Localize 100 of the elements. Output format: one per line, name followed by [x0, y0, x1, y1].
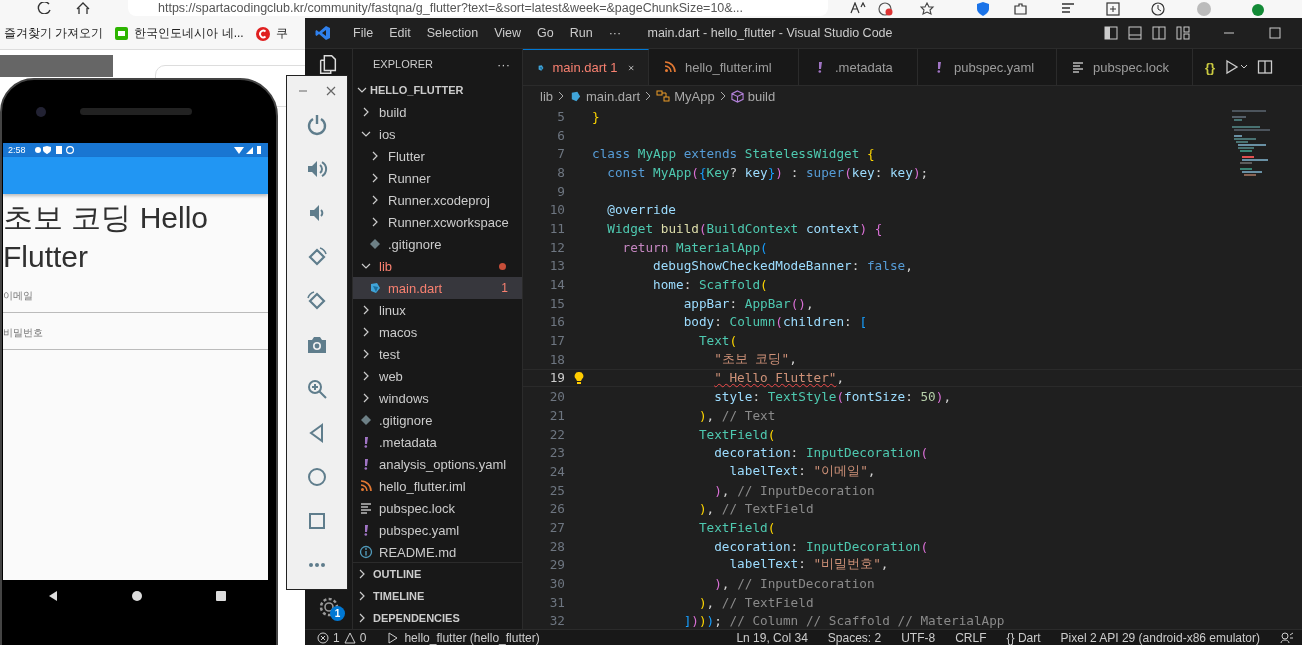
tree-item[interactable]: Runner.xcworkspace [353, 211, 522, 233]
maximize-icon[interactable] [1268, 26, 1282, 40]
history-icon[interactable] [1150, 2, 1166, 16]
line-number: 25 [548, 482, 565, 498]
bookmark[interactable]: 쿠 [255, 25, 288, 42]
rotate-left-icon[interactable] [306, 246, 328, 268]
menu-item[interactable]: Run [561, 26, 601, 40]
power-icon[interactable] [306, 114, 328, 136]
split-layout-icon[interactable] [1152, 26, 1166, 40]
settings-icon[interactable] [317, 595, 341, 619]
tree-item[interactable]: analysis_options.yaml [353, 453, 522, 475]
breadcrumb-item[interactable]: main.dart [569, 88, 641, 104]
editor-tab[interactable]: pubspec.yaml [918, 49, 1057, 85]
tree-item[interactable]: linux [353, 299, 522, 321]
status-item[interactable]: {} Dart [1006, 630, 1041, 645]
panel-toggle-icon[interactable] [1128, 26, 1142, 40]
layout-grid-icon[interactable] [1176, 26, 1190, 40]
tree-item[interactable]: Runner.xcodeproj [353, 189, 522, 211]
lightbulb-icon[interactable] [573, 370, 584, 385]
more-actions-button[interactable]: ··· [497, 56, 510, 72]
run-debug-icon[interactable] [1223, 59, 1250, 75]
menu-item[interactable]: File [345, 26, 382, 40]
back-icon[interactable] [47, 590, 59, 602]
line-number: 15 [548, 295, 565, 311]
shield-icon[interactable] [976, 2, 990, 16]
volume-up-icon[interactable] [306, 158, 328, 180]
status-item[interactable]: Ln 19, Col 34 [736, 630, 808, 645]
debug-target[interactable]: hello_flutter (hello_flutter) [386, 630, 540, 645]
line-number: 5 [556, 108, 565, 124]
star-plus-icon[interactable] [920, 2, 936, 16]
breadcrumb-item[interactable]: build [730, 88, 776, 104]
menu-item[interactable]: ··· [600, 26, 630, 40]
extensions-icon[interactable] [1013, 2, 1029, 16]
status-item[interactable]: CRLF [955, 630, 987, 645]
text-field[interactable]: 비밀번호 [3, 313, 268, 350]
section-header[interactable]: DEPENDENCIES [353, 607, 522, 629]
line-number: 30 [548, 576, 565, 592]
tree-item[interactable]: .gitignore [353, 409, 522, 431]
format-button[interactable]: {} [1205, 59, 1216, 75]
tree-item[interactable]: .metadata [353, 431, 522, 453]
menu-item[interactable]: Go [529, 26, 562, 40]
bookmark[interactable]: 즐겨찾기 가져오기 [4, 25, 104, 42]
status-item[interactable]: Pixel 2 API 29 (android-x86 emulator) [1060, 630, 1260, 645]
code-line: labelText: "비밀번호", [729, 556, 889, 574]
read-aloud-icon[interactable] [850, 2, 868, 14]
feedback-icon[interactable] [1280, 631, 1294, 644]
home-icon[interactable] [131, 590, 143, 602]
tree-item[interactable]: web [353, 365, 522, 387]
rotate-right-icon[interactable] [306, 290, 328, 312]
menu-item[interactable]: View [486, 26, 529, 40]
camera-icon[interactable] [306, 334, 328, 356]
tree-item[interactable]: main.dart 1 [353, 277, 522, 299]
tree-item[interactable]: macos [353, 321, 522, 343]
code-line: debugShowCheckedModeBanner: false, [653, 258, 913, 274]
tracker-icon[interactable] [877, 2, 893, 16]
tree-item[interactable]: windows [353, 387, 522, 409]
tree-item[interactable]: .gitignore [353, 233, 522, 255]
zoom-icon[interactable] [306, 378, 328, 400]
tree-item[interactable]: lib [353, 255, 522, 277]
overview-icon[interactable] [215, 590, 227, 602]
status-item[interactable]: Spaces: 2 [827, 630, 882, 645]
line-number: 14 [548, 277, 565, 293]
bookmark[interactable]: 한국인도네시아 네... [115, 25, 244, 42]
update-icon[interactable] [1250, 2, 1266, 18]
tree-item[interactable]: hello_flutter.iml [353, 475, 522, 497]
tree-item[interactable]: README.md [353, 541, 522, 562]
editor-tab[interactable]: hello_flutter.iml [649, 49, 799, 85]
tree-item[interactable]: Flutter [353, 145, 522, 167]
code-line: } [592, 108, 600, 124]
workspace-header[interactable]: HELLO_FLUTTER [353, 79, 522, 101]
files-icon[interactable] [317, 53, 339, 75]
section-header[interactable]: TIMELINE [353, 585, 522, 607]
chevron-icon [357, 591, 367, 601]
address-bar[interactable]: https://spartacodingclub.kr/community/fastqna/g_flutter?text=&sort=latest&week=&pageChunkSize=10&... [128, 0, 828, 16]
editor-tab[interactable]: pubspec.lock [1057, 49, 1193, 85]
text-field[interactable]: 이메일 [3, 276, 268, 313]
line-number: 12 [548, 239, 565, 255]
tree-item[interactable]: build [353, 101, 522, 123]
status-item[interactable]: UTF-8 [901, 630, 936, 645]
problems-indicator[interactable]: 1 0 [317, 630, 367, 645]
collections-icon[interactable] [1105, 2, 1121, 16]
refresh-icon[interactable] [36, 2, 52, 14]
split-editor-icon[interactable] [1257, 59, 1274, 75]
tree-item[interactable]: test [353, 343, 522, 365]
breadcrumb-item[interactable]: lib [540, 88, 553, 104]
tree-item[interactable]: pubspec.yaml [353, 519, 522, 541]
chevron-icon [718, 91, 727, 101]
menu-item[interactable]: Edit [381, 26, 419, 40]
tree-item[interactable]: Runner [353, 167, 522, 189]
editor-tab[interactable]: main.dart 1 [523, 49, 649, 85]
favorites-icon[interactable] [1060, 2, 1076, 16]
home-icon[interactable] [75, 2, 91, 14]
sidebar-toggle-icon[interactable] [1104, 26, 1118, 40]
close-icon[interactable] [326, 86, 336, 96]
tree-item[interactable]: pubspec.lock [353, 497, 522, 519]
tree-item[interactable]: ios [353, 123, 522, 145]
section-header[interactable]: OUTLINE [353, 563, 522, 585]
breadcrumb-item[interactable]: MyApp [656, 88, 715, 104]
menu-item[interactable]: Selection [418, 26, 487, 40]
editor-tab[interactable]: .metadata [799, 49, 918, 85]
